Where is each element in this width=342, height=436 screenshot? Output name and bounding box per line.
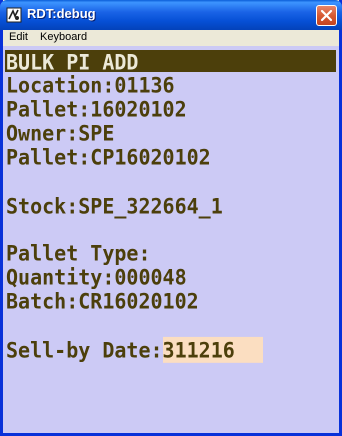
menu-bar: Edit Keyboard [3,30,339,46]
pallet-line: Pallet:16020102 [6,95,187,122]
close-icon [320,9,333,22]
batch-line: Batch:CR16020102 [6,287,199,314]
title-bar[interactable]: RDT:debug [0,0,342,30]
menu-edit[interactable]: Edit [9,31,28,43]
terminal-screen[interactable]: BULK PI ADD Location:01136 Pallet:160201… [3,46,339,433]
menu-keyboard[interactable]: Keyboard [40,31,87,43]
location-line: Location:01136 [6,71,175,98]
app-icon [6,7,22,23]
stock-line: Stock:SPE_322664_1 [6,192,223,219]
sell-by-label: Sell-by Date: [6,336,163,363]
quantity-line: Quantity:000048 [6,263,187,290]
pallet-type-line: Pallet Type: [6,239,151,266]
sell-by-input[interactable]: 311216 [162,336,263,363]
window-title: RDT:debug [27,6,96,21]
close-button[interactable] [316,5,337,26]
screen-title: BULK PI ADD [6,48,139,75]
owner-line: Owner:SPE [6,119,115,146]
sell-by-field: Sell-by Date:311216 [6,336,263,363]
rdt-window: RDT:debug Edit Keyboard BULK PI ADD Loca… [0,0,342,436]
pallet-cp-line: Pallet:CP16020102 [6,143,211,170]
